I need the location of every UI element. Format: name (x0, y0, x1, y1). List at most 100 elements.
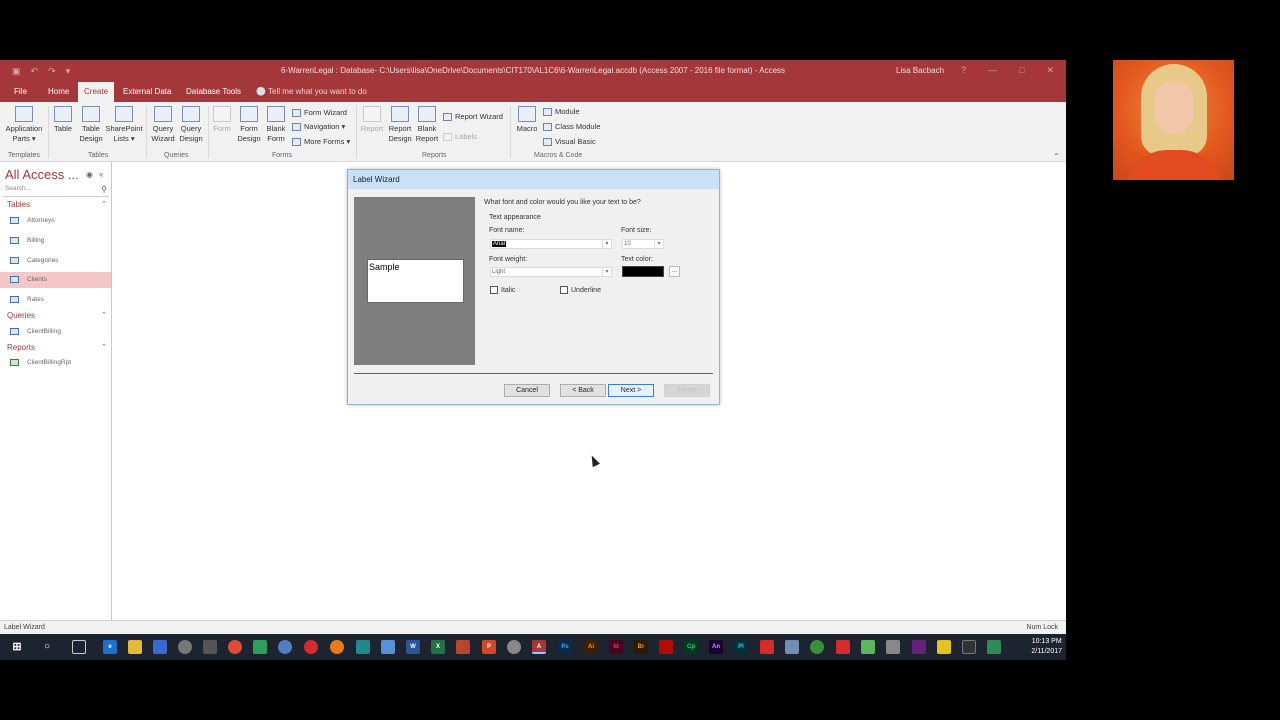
app-icon[interactable] (356, 640, 370, 654)
font-name-select[interactable]: Arial ▾ (490, 239, 612, 249)
nav-item-attorneys[interactable]: Attorneys (0, 213, 111, 229)
report-button[interactable]: Report (358, 106, 386, 134)
sharepoint-lists-button[interactable]: SharePoint Lists ▾ (105, 106, 143, 144)
bridge-icon[interactable]: Br (634, 640, 648, 654)
application-parts-button[interactable]: Application Parts ▾ (2, 106, 46, 144)
help-icon[interactable]: ? (961, 65, 966, 76)
font-size-select[interactable]: 10 ▾ (622, 239, 664, 249)
opera-icon[interactable] (304, 640, 318, 654)
drive-icon[interactable] (253, 640, 267, 654)
nav-section-tables[interactable]: Tables ⌃ (7, 200, 107, 209)
nav-item-clients[interactable]: Clients (0, 272, 111, 288)
access-icon[interactable]: A (532, 640, 546, 654)
query-wizard-button[interactable]: Query Wizard (149, 106, 177, 144)
visual-studio-icon[interactable] (912, 640, 926, 654)
captivate-icon[interactable]: Cp (684, 640, 698, 654)
app-icon[interactable] (785, 640, 799, 654)
next-button[interactable]: Next > (608, 384, 654, 397)
tab-home[interactable]: Home (42, 82, 75, 102)
user-name[interactable]: Lisa Bacbach (896, 66, 944, 75)
visual-basic-button[interactable]: Visual Basic (543, 137, 596, 146)
report-design-button[interactable]: Report Design (386, 106, 414, 144)
chrome-icon[interactable] (228, 640, 242, 654)
tab-database-tools[interactable]: Database Tools (180, 82, 247, 102)
task-view-icon[interactable] (72, 640, 86, 654)
color-picker-button[interactable]: ... (669, 266, 680, 277)
app-icon[interactable] (987, 640, 1001, 654)
start-icon[interactable]: ⊞ (10, 640, 24, 654)
back-button[interactable]: < Back (560, 384, 606, 397)
indesign-icon[interactable]: Id (609, 640, 623, 654)
nav-item-clientbilling[interactable]: ClientBilling (0, 324, 111, 340)
app-icon[interactable] (381, 640, 395, 654)
edge-icon[interactable]: e (103, 640, 117, 654)
cancel-button[interactable]: Cancel (504, 384, 550, 397)
blank-form-button[interactable]: Blank Form (263, 106, 289, 144)
finish-button[interactable]: Finish (664, 384, 710, 397)
excel-icon[interactable]: X (431, 640, 445, 654)
firefox-icon[interactable] (330, 640, 344, 654)
nav-search-input[interactable]: Search... ⚲ (3, 185, 109, 197)
font-weight-select[interactable]: Light ▾ (490, 267, 612, 277)
report-wizard-button[interactable]: Report Wizard (443, 112, 503, 121)
nav-section-reports[interactable]: Reports ⌃ (7, 343, 107, 352)
more-forms-button[interactable]: More Forms ▾ (292, 137, 350, 146)
query-design-button[interactable]: Query Design (177, 106, 205, 144)
app-icon[interactable] (937, 640, 951, 654)
app-icon[interactable] (810, 640, 824, 654)
table-button[interactable]: Table (52, 106, 74, 134)
globe-icon[interactable] (278, 640, 292, 654)
tab-create[interactable]: Create (78, 82, 114, 102)
tell-me-box[interactable]: ⚪ Tell me what you want to do (256, 82, 367, 102)
shutter-bar-icon[interactable]: « (99, 170, 103, 179)
prelude-icon[interactable]: Pl (734, 640, 748, 654)
font-name-label: Font name: (489, 227, 525, 234)
maximize-button[interactable]: □ (1019, 65, 1024, 76)
app-icon[interactable] (507, 640, 521, 654)
webcam-overlay (1113, 60, 1234, 180)
app-icon[interactable] (861, 640, 875, 654)
app-icon[interactable] (962, 640, 976, 654)
store-icon[interactable] (153, 640, 167, 654)
labels-button[interactable]: Labels (443, 132, 477, 141)
acrobat-reader-icon[interactable] (760, 640, 774, 654)
form-button[interactable]: Form (211, 106, 233, 134)
module-button[interactable]: Module (543, 107, 580, 116)
nav-menu-icon[interactable]: ◉ (86, 170, 93, 179)
form-wizard-button[interactable]: Form Wizard (292, 108, 347, 117)
nav-section-queries[interactable]: Queries ⌃ (7, 311, 107, 320)
file-explorer-icon[interactable] (128, 640, 142, 654)
cortana-icon[interactable]: ○ (40, 640, 54, 654)
minimize-button[interactable]: — (988, 65, 997, 76)
animate-icon[interactable]: An (709, 640, 723, 654)
illustrator-icon[interactable]: Ai (584, 640, 598, 654)
taskbar-clock[interactable]: 10:13 PM 2/11/2017 (1031, 637, 1062, 657)
macro-button[interactable]: Macro (514, 106, 540, 134)
underline-checkbox[interactable]: Underline (560, 286, 601, 294)
window-controls: ? — □ ✕ (961, 65, 1054, 76)
blank-report-button[interactable]: Blank Report (413, 106, 441, 144)
collapse-ribbon-icon[interactable]: ⌃ (1053, 152, 1060, 161)
nav-item-clientbillingrpt[interactable]: ClientBillingRpt (0, 355, 111, 371)
acrobat-icon[interactable] (659, 640, 673, 654)
class-module-button[interactable]: Class Module (543, 122, 600, 131)
nav-item-rates[interactable]: Rates (0, 292, 111, 308)
app-icon[interactable] (886, 640, 900, 654)
nav-item-categories[interactable]: Categories (0, 253, 111, 269)
tab-file[interactable]: File (8, 82, 33, 102)
close-button[interactable]: ✕ (1046, 65, 1054, 76)
word-icon[interactable]: W (406, 640, 420, 654)
calculator-icon[interactable] (203, 640, 217, 654)
tab-external-data[interactable]: External Data (117, 82, 177, 102)
app-icon[interactable] (456, 640, 470, 654)
media-icon[interactable] (178, 640, 192, 654)
italic-checkbox[interactable]: Italic (490, 286, 515, 294)
nav-pane-title[interactable]: All Access ... (5, 167, 79, 182)
photoshop-icon[interactable]: Ps (558, 640, 572, 654)
navigation-button[interactable]: Navigation ▾ (292, 122, 345, 131)
powerpoint-icon[interactable]: P (482, 640, 496, 654)
table-design-button[interactable]: Table Design (77, 106, 105, 144)
nav-item-billing[interactable]: Billing (0, 233, 111, 249)
filezilla-icon[interactable] (836, 640, 850, 654)
form-design-button[interactable]: Form Design (235, 106, 263, 144)
